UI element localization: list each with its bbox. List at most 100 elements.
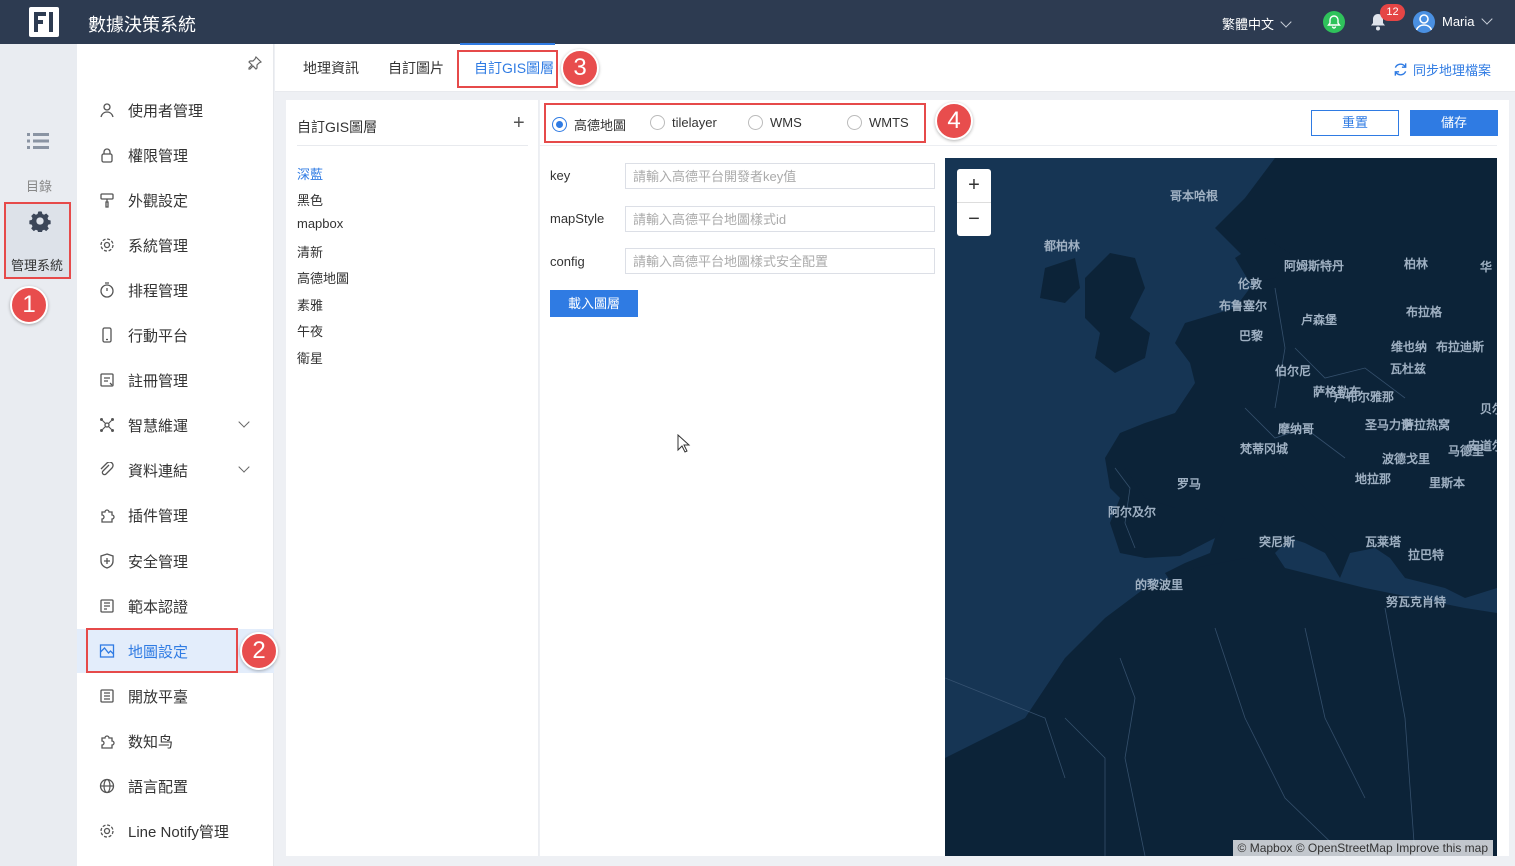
map-city-label: 布拉格 xyxy=(1406,305,1443,319)
map-city-label: 卢森堡 xyxy=(1301,313,1338,327)
layer-list-title: 自訂GIS圖層 xyxy=(297,119,378,135)
admin-system-label: 管理系統 xyxy=(11,258,64,273)
tab-geo-info[interactable]: 地理資訊 xyxy=(303,58,359,78)
lock-icon xyxy=(101,148,113,163)
timer-icon xyxy=(100,282,114,298)
sidebar-item-6[interactable]: 註冊管理 xyxy=(77,358,274,402)
layer-item-amap[interactable]: 高德地圖 xyxy=(297,268,349,287)
chevron-down-icon[interactable] xyxy=(238,461,250,473)
tab-custom-images[interactable]: 自訂圖片 xyxy=(388,58,444,78)
sync-label: 同步地理檔案 xyxy=(1413,63,1492,78)
map-city-label: 华 xyxy=(1480,260,1493,274)
user-name: Maria xyxy=(1442,14,1475,29)
chevron-down-icon xyxy=(1280,16,1292,28)
sidebar-item-label: 註冊管理 xyxy=(128,372,189,390)
sync-geo-files-button[interactable]: 同步地理檔案 xyxy=(1393,60,1491,79)
notification-badge: 12 xyxy=(1380,4,1405,21)
add-layer-button[interactable]: + xyxy=(513,112,525,135)
sidebar-item-13[interactable]: 開放平臺 xyxy=(77,674,274,718)
zoom-in-button[interactable]: + xyxy=(957,169,991,202)
callout-badge-1: 1 xyxy=(10,286,48,324)
user-icon xyxy=(100,103,114,118)
load-layer-button[interactable]: 載入圖層 xyxy=(550,290,638,317)
layer-item-deep-blue[interactable]: 深藍 xyxy=(297,164,323,183)
sidebar-item-label: 智慧維運 xyxy=(128,417,189,435)
sidebar-item-10[interactable]: 安全管理 xyxy=(77,539,274,583)
zoom-out-button[interactable]: − xyxy=(957,203,991,236)
layer-item-elegant[interactable]: 素雅 xyxy=(297,295,323,314)
sidebar-item-1[interactable]: 權限管理 xyxy=(77,133,274,177)
layer-item-fresh[interactable]: 清新 xyxy=(297,242,323,261)
certificate-icon xyxy=(100,599,114,613)
map-city-label: 拉巴特 xyxy=(1408,548,1445,562)
config-label: config xyxy=(550,254,585,269)
chevron-down-icon[interactable] xyxy=(238,416,250,428)
map-city-label: 波德戈里 xyxy=(1382,452,1431,466)
map-preview[interactable]: + − 哥本哈根 都柏林 阿姆斯特丹 柏林 华伦敦 布鲁塞尔 卢森堡 布拉格 巴黎 维也纳 布拉迪斯… xyxy=(945,158,1497,856)
active-tab-indicator xyxy=(460,43,555,45)
sidebar-item-11[interactable]: 範本認證 xyxy=(77,584,274,628)
key-label: key xyxy=(550,168,571,183)
map-city-label: 维也纳 xyxy=(1391,340,1428,354)
annotation-box-radios xyxy=(544,103,926,143)
sidebar-item-7[interactable]: 智慧維運 xyxy=(77,403,274,447)
sidebar-item-label: 資料連結 xyxy=(128,462,189,480)
sidebar-item-label: 安全管理 xyxy=(128,553,189,571)
language-selector[interactable]: 繁體中文 xyxy=(1222,14,1292,33)
list-icon xyxy=(100,689,114,703)
avatar[interactable] xyxy=(1413,11,1435,33)
sidebar-item-label: 外觀設定 xyxy=(128,192,189,210)
pin-icon[interactable] xyxy=(248,56,262,70)
globe-icon xyxy=(99,778,115,794)
top-bar: 數據決策系統 繁體中文 12 Maria xyxy=(0,0,1515,44)
map-city-label: 地拉那 xyxy=(1355,472,1392,486)
map-city-label: 瓦莱塔 xyxy=(1365,535,1402,549)
sidebar-item-2[interactable]: 外觀設定 xyxy=(77,178,274,222)
mapstyle-input[interactable] xyxy=(625,206,935,232)
layer-item-black[interactable]: 黑色 xyxy=(297,190,323,209)
sidebar-item-label: Line Notify管理 xyxy=(128,823,229,841)
reset-button[interactable]: 重置 xyxy=(1311,110,1399,136)
sidebar-item-label: 範本認證 xyxy=(128,598,189,616)
layer-item-satellite[interactable]: 衛星 xyxy=(297,348,323,367)
admin-system-nav[interactable]: 管理系統 xyxy=(4,202,71,279)
map-city-label: 摩纳哥 xyxy=(1278,422,1315,436)
directory-label[interactable]: 目錄 xyxy=(26,176,52,195)
link-icon xyxy=(100,462,114,476)
map-city-label: 伦敦 xyxy=(1238,277,1263,291)
annotation-box-map-settings xyxy=(86,628,238,673)
sidebar-item-16[interactable]: Line Notify管理 xyxy=(77,809,274,853)
config-input[interactable] xyxy=(625,248,935,274)
sidebar-item-3[interactable]: 系統管理 xyxy=(77,223,274,267)
sidebar-item-label: 数知鸟 xyxy=(128,733,174,751)
sidebar-item-label: 行動平台 xyxy=(128,327,189,345)
online-status-icon[interactable] xyxy=(1323,11,1345,33)
sidebar-item-4[interactable]: 排程管理 xyxy=(77,268,274,312)
chevron-down-icon xyxy=(1480,13,1493,25)
layer-item-midnight[interactable]: 午夜 xyxy=(297,321,323,340)
save-button[interactable]: 儲存 xyxy=(1410,110,1498,136)
sidebar-item-5[interactable]: 行動平台 xyxy=(77,313,274,357)
callout-badge-2: 2 xyxy=(240,632,278,670)
sidebar-item-15[interactable]: 語言配置 xyxy=(77,764,274,808)
layer-item-mapbox[interactable]: mapbox xyxy=(297,216,343,231)
sidebar-item-label: 系統管理 xyxy=(128,237,189,255)
key-input[interactable] xyxy=(625,163,935,189)
gis-layer-list: 自訂GIS圖層 + 深藍 黑色 mapbox 清新 高德地圖 素雅 午夜 衛星 xyxy=(286,100,539,856)
list-icon[interactable] xyxy=(27,132,49,150)
sidebar-item-8[interactable]: 資料連結 xyxy=(77,448,274,492)
sidebar-item-14[interactable]: 数知鸟 xyxy=(77,719,274,763)
map-city-label: 贝尔 xyxy=(1480,402,1497,416)
callout-badge-4: 4 xyxy=(935,102,973,140)
map-city-label: 瓦杜兹 xyxy=(1390,362,1427,376)
user-menu[interactable]: Maria xyxy=(1442,13,1493,29)
map-city-label: 努瓦克肖特 xyxy=(1386,595,1447,609)
sidebar-item-9[interactable]: 插件管理 xyxy=(77,493,274,537)
map-attribution[interactable]: © Mapbox © OpenStreetMap Improve this ma… xyxy=(1232,840,1493,856)
brush-icon xyxy=(100,193,114,208)
language-label: 繁體中文 xyxy=(1222,17,1275,32)
callout-badge-3: 3 xyxy=(561,49,599,87)
network-icon xyxy=(100,418,114,432)
sidebar-item-0[interactable]: 使用者管理 xyxy=(77,88,274,132)
mobile-icon xyxy=(102,327,112,343)
